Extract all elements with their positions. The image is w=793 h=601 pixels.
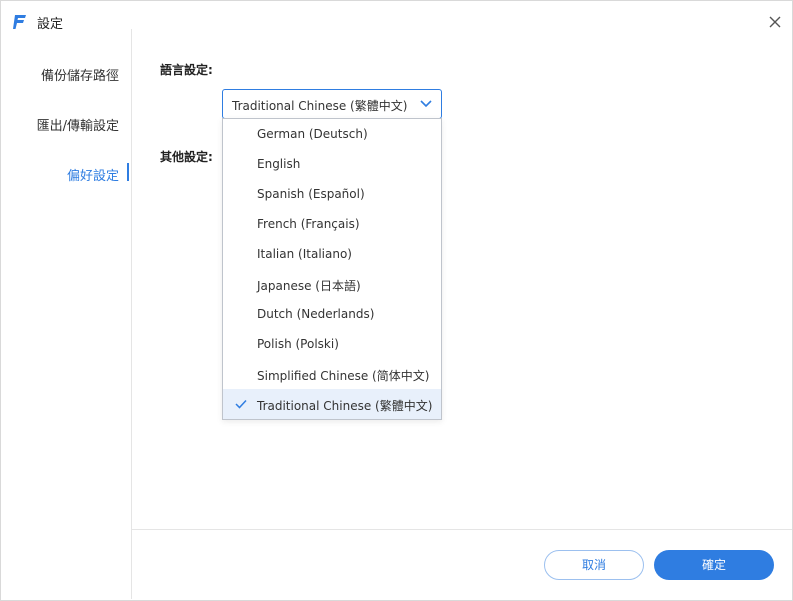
other-settings-label: 其他設定:: [160, 150, 213, 164]
checkmark-icon: [235, 399, 247, 409]
option-label: French (Français): [257, 217, 360, 231]
language-option-traditional-chinese[interactable]: Traditional Chinese (繁體中文): [223, 389, 441, 419]
sidebar-item-preferences[interactable]: 偏好設定: [67, 165, 119, 184]
option-label: English: [257, 157, 301, 171]
active-indicator: [127, 163, 129, 181]
language-option-japanese[interactable]: Japanese (日本語): [223, 269, 441, 299]
language-select-value: Traditional Chinese (繁體中文): [232, 99, 408, 113]
language-option-polish[interactable]: Polish (Polski): [223, 329, 441, 359]
app-f-logo-icon: [13, 15, 26, 29]
option-label: Traditional Chinese (繁體中文): [257, 399, 433, 413]
footer-divider: [132, 529, 792, 530]
language-select[interactable]: Traditional Chinese (繁體中文): [222, 89, 442, 119]
language-option-italian[interactable]: Italian (Italiano): [223, 239, 441, 269]
sidebar-item-backup-path[interactable]: 備份儲存路徑: [41, 65, 119, 84]
language-option-dutch[interactable]: Dutch (Nederlands): [223, 299, 441, 329]
chevron-down-icon: [420, 100, 432, 108]
option-label: Japanese (日本語): [257, 279, 361, 293]
sidebar-item-export-transfer[interactable]: 匯出/傳輸設定: [37, 115, 119, 134]
cancel-button[interactable]: 取消: [544, 550, 644, 580]
language-option-english[interactable]: English: [223, 149, 441, 179]
language-option-french[interactable]: French (Français): [223, 209, 441, 239]
ok-button[interactable]: 確定: [654, 550, 774, 580]
language-dropdown-list: German (Deutsch) English Spanish (Españo…: [222, 118, 442, 420]
option-label: Italian (Italiano): [257, 247, 352, 261]
preferences-panel: 語言設定: 其他設定: Traditional Chinese (繁體中文) G…: [132, 41, 792, 529]
option-label: Simplified Chinese (简体中文): [257, 369, 430, 383]
option-label: Spanish (Español): [257, 187, 365, 201]
language-settings-label: 語言設定:: [160, 63, 213, 77]
option-label: German (Deutsch): [257, 127, 368, 141]
option-label: Polish (Polski): [257, 337, 339, 351]
language-option-german[interactable]: German (Deutsch): [223, 119, 441, 149]
language-option-simplified-chinese[interactable]: Simplified Chinese (简体中文): [223, 359, 441, 389]
settings-sidebar: 備份儲存路徑 匯出/傳輸設定 偏好設定: [1, 29, 132, 599]
close-icon[interactable]: [765, 12, 785, 32]
option-label: Dutch (Nederlands): [257, 307, 375, 321]
settings-window: 設定 備份儲存路徑 匯出/傳輸設定 偏好設定 語言設定: 其他設定: Tradi…: [0, 0, 793, 601]
language-option-spanish[interactable]: Spanish (Español): [223, 179, 441, 209]
